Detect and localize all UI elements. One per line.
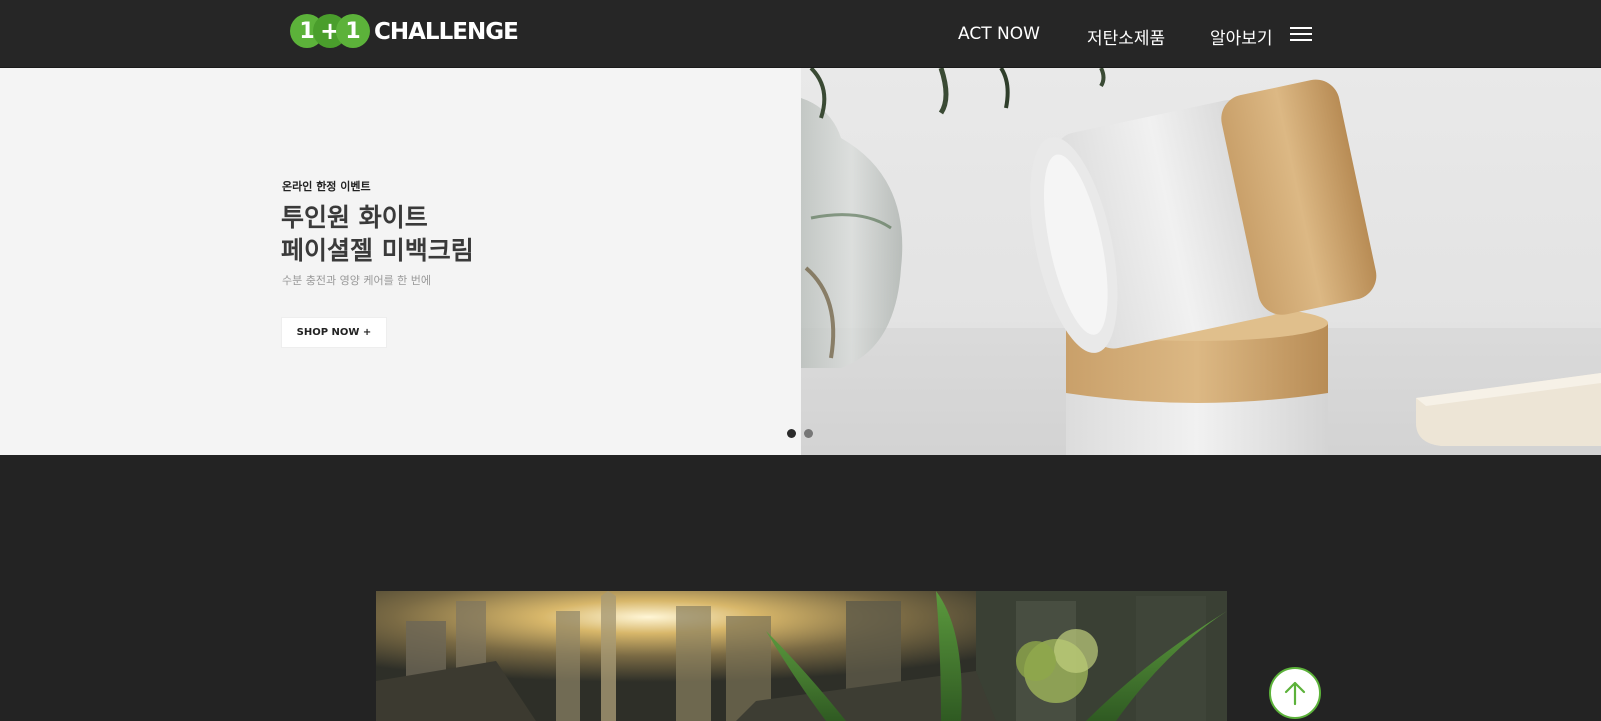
hero-title-line-1: 투인원 화이트 — [281, 203, 428, 232]
nav-act-now[interactable]: ACT NOW — [958, 24, 1040, 44]
nav-low-carbon-products[interactable]: 저탄소제품 — [1087, 24, 1165, 49]
hero-slider: 온라인 한정 이벤트 투인원 화이트 페이셜젤 미백크림 수분 충전과 영양 케… — [0, 68, 1601, 455]
hamburger-icon[interactable] — [1290, 26, 1312, 42]
ruined-city-plant-illustration — [376, 591, 1227, 721]
slider-dots — [787, 429, 813, 438]
slider-dot-1[interactable] — [787, 429, 796, 438]
feature-banner-image — [376, 591, 1227, 721]
hero-subtitle: 수분 충전과 영양 케어를 한 번에 — [282, 274, 432, 287]
page: 1 + 1 CHALLENGE ACT NOW 저탄소제품 알아보기 온라인 한… — [0, 0, 1601, 721]
hero-eyebrow: 온라인 한정 이벤트 — [282, 180, 371, 193]
logo[interactable]: 1 + 1 CHALLENGE — [290, 14, 519, 50]
hero-text-panel: 온라인 한정 이벤트 투인원 화이트 페이셜젤 미백크림 수분 충전과 영양 케… — [0, 68, 801, 455]
logo-mark: 1 + 1 — [290, 14, 370, 50]
logo-digit-right: 1 — [336, 14, 370, 48]
site-header: 1 + 1 CHALLENGE ACT NOW 저탄소제품 알아보기 — [0, 0, 1601, 68]
scroll-to-top-button[interactable] — [1269, 667, 1321, 719]
slider-dot-2[interactable] — [804, 429, 813, 438]
cosmetic-jar-photo — [801, 68, 1601, 455]
hero-title: 투인원 화이트 페이셜젤 미백크림 — [281, 201, 474, 267]
arrow-up-icon — [1284, 681, 1306, 706]
nav-learn-more[interactable]: 알아보기 — [1210, 24, 1273, 49]
hero-product-image — [801, 68, 1601, 455]
shop-now-button[interactable]: SHOP NOW + — [282, 318, 386, 347]
hero-title-line-2: 페이셜젤 미백크림 — [281, 236, 474, 265]
logo-wordmark: CHALLENGE — [374, 19, 519, 45]
